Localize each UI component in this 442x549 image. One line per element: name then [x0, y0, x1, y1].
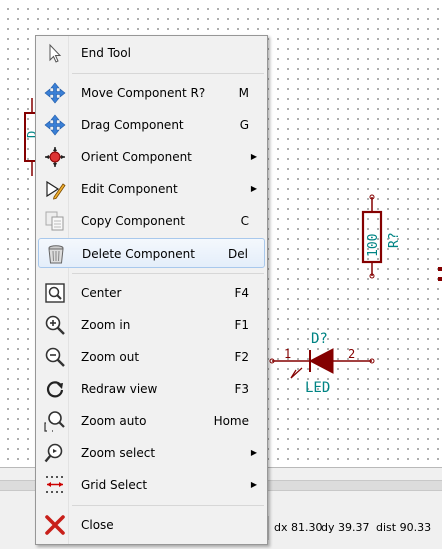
submenu-arrow-icon: ▶ — [250, 480, 257, 489]
menu-item-orient-component[interactable]: Orient Component ▶ — [38, 142, 265, 172]
menu-item-close[interactable]: Close — [38, 510, 265, 540]
pointer-icon — [44, 42, 66, 64]
trash-icon — [45, 243, 67, 265]
status-dx: dx 81.30 — [274, 521, 323, 534]
zoom-auto-icon — [44, 410, 66, 432]
status-dist: dist 90.33 — [376, 521, 432, 534]
orient-icon — [44, 146, 66, 168]
led-ref: D? — [311, 331, 328, 347]
resistor-ref: R? — [387, 232, 402, 248]
led-pin1: 1 — [284, 347, 291, 361]
menu-item-delete-component[interactable]: Delete Component Del — [38, 238, 265, 268]
menu-item-drag-component[interactable]: Drag Component G — [38, 110, 265, 140]
move-icon — [44, 82, 66, 104]
menu-item-zoom-out[interactable]: Zoom out F2 — [38, 342, 265, 372]
submenu-arrow-icon: ▶ — [250, 448, 257, 457]
resistor-r[interactable]: 100 R? — [361, 194, 402, 279]
led-value: LED — [305, 380, 330, 396]
menu-item-redraw-view[interactable]: Redraw view F3 — [38, 374, 265, 404]
menu-item-grid-select[interactable]: Grid Select ▶ — [38, 470, 265, 500]
menu-item-center[interactable]: Center F4 — [38, 278, 265, 308]
submenu-arrow-icon: ▶ — [250, 152, 257, 161]
zoom-select-icon — [44, 442, 66, 464]
menu-item-move-component[interactable]: Move Component R? M — [38, 78, 265, 108]
led-pin2: 2 — [348, 347, 355, 361]
menu-item-copy-component[interactable]: Copy Component C — [38, 206, 265, 236]
menu-item-zoom-in[interactable]: Zoom in F1 — [38, 310, 265, 340]
menu-item-edit-component[interactable]: Edit Component ▶ — [38, 174, 265, 204]
menu-item-zoom-auto[interactable]: Zoom auto Home — [38, 406, 265, 436]
center-icon — [44, 282, 66, 304]
menu-item-end-tool[interactable]: End Tool — [38, 38, 265, 68]
led-d[interactable]: D? 1 2 LED — [269, 331, 375, 396]
zoom-in-icon — [44, 314, 66, 336]
status-dy: dy 39.37 — [321, 521, 370, 534]
redraw-icon — [44, 378, 66, 400]
submenu-arrow-icon: ▶ — [250, 184, 257, 193]
edit-icon — [44, 178, 66, 200]
resistor-value: 100 — [366, 234, 381, 257]
drag-icon — [44, 114, 66, 136]
close-icon — [44, 514, 66, 536]
menu-item-zoom-select[interactable]: Zoom select ▶ — [38, 438, 265, 468]
context-menu: End Tool Move Component R? M Drag Compon… — [35, 35, 268, 545]
zoom-out-icon — [44, 346, 66, 368]
grid-select-icon — [44, 474, 66, 496]
copy-icon — [44, 210, 66, 232]
